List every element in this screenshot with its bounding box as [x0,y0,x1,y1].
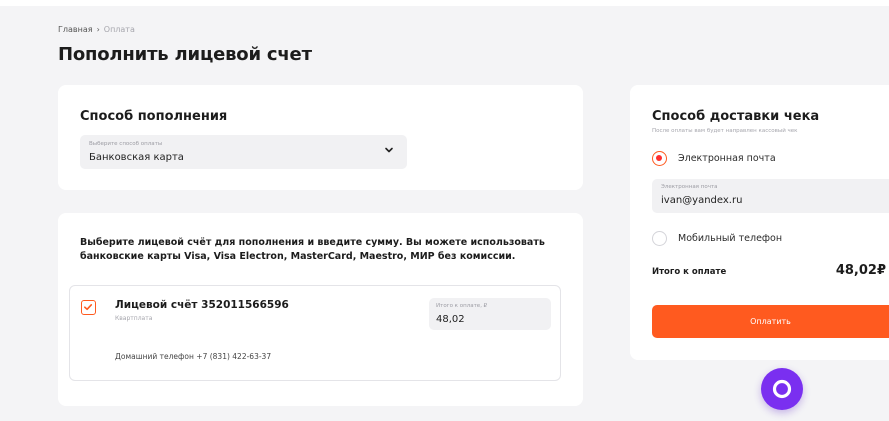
breadcrumb-home-link[interactable]: Главная [58,25,93,34]
payment-page: Главная › Оплата Пополнить лицевой счет … [0,0,889,421]
checkmark-icon [84,304,93,311]
payment-method-select[interactable]: Выберите способ оплаты Банковская карта [80,135,407,169]
account-card: Выберите лицевой счёт для пополнения и в… [58,213,583,406]
page-title: Пополнить лицевой счет [58,44,312,65]
account-checkbox[interactable] [81,300,96,315]
payment-method-placeholder: Выберите способ оплаты [89,141,163,147]
chat-button[interactable] [761,368,803,410]
total-label: Итого к оплате [652,267,727,277]
account-row: Лицевой счёт 352011566596 Квартплата Ито… [69,285,561,381]
amount-placeholder: Итого к оплате, ₽ [436,303,488,309]
radio-email-label[interactable]: Электронная почта [678,153,776,164]
total-value: 48,02₽ [835,263,886,278]
chat-bubble-icon [772,379,792,399]
chevron-right-icon: › [96,25,100,34]
amount-value: 48,02 [436,314,465,325]
payment-method-value: Банковская карта [89,152,184,163]
radio-email[interactable] [652,151,667,166]
email-value: ivan@yandex.ru [661,195,743,206]
account-description: Выберите лицевой счёт для пополнения и в… [80,237,545,262]
receipt-delivery-card: Способ доставки чека После оплаты вам бу… [630,85,889,360]
receipt-hint: После оплаты вам будет направлен кассовы… [652,128,798,134]
radio-phone[interactable] [652,231,667,246]
account-subtitle: Квартплата [115,315,153,322]
home-phone-text: Домашний телефон +7 (831) 422-63-37 [115,352,272,361]
top-strip [0,0,889,6]
account-name: Лицевой счёт 352011566596 [115,299,289,311]
pay-button[interactable]: Оплатить [652,305,889,338]
receipt-title: Способ доставки чека [652,109,820,124]
email-input[interactable]: Электронная почта ivan@yandex.ru [652,179,889,213]
payment-method-title: Способ пополнения [80,109,228,124]
radio-phone-label[interactable]: Мобильный телефон [678,233,782,244]
breadcrumb-current: Оплата [103,25,135,34]
breadcrumb: Главная › Оплата [58,25,135,34]
amount-input[interactable]: Итого к оплате, ₽ 48,02 [429,298,551,330]
payment-method-card: Способ пополнения Выберите способ оплаты… [58,85,583,190]
chevron-down-icon [385,147,393,153]
email-placeholder: Электронная почта [661,184,718,190]
